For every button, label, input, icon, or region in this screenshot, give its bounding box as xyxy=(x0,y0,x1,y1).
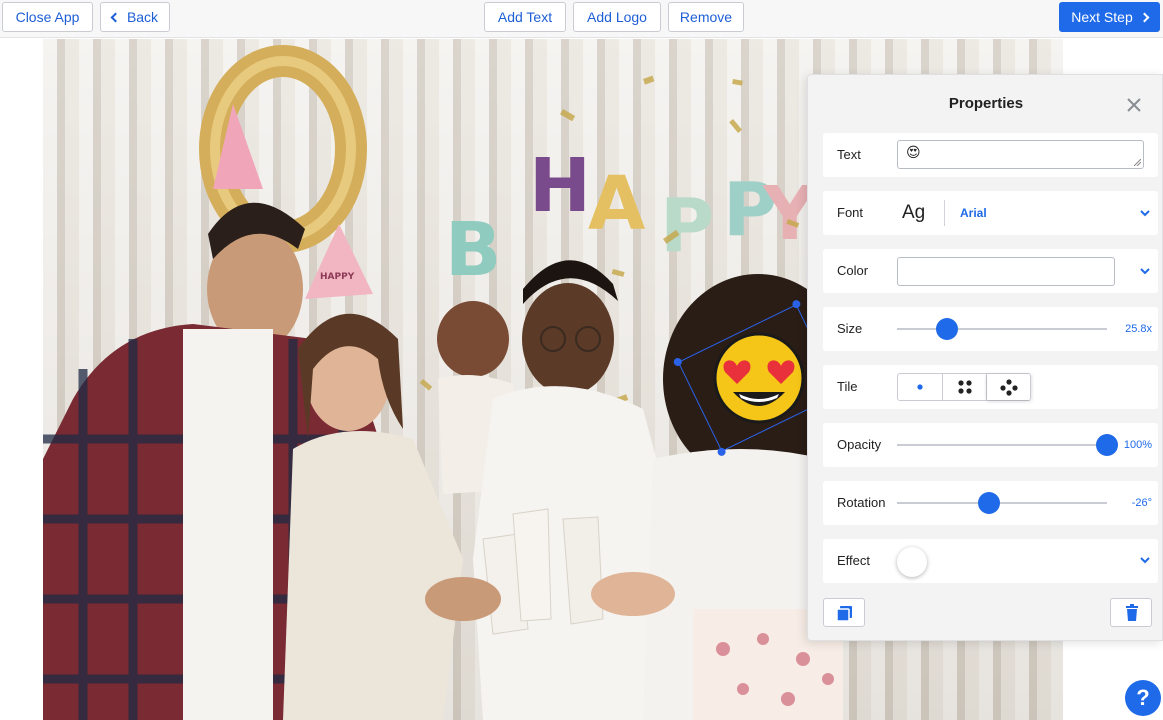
resize-grip-icon[interactable] xyxy=(1134,159,1141,166)
size-label: Size xyxy=(837,321,863,336)
duplicate-button[interactable] xyxy=(823,598,865,627)
close-app-button[interactable]: Close App xyxy=(2,2,93,32)
next-step-button[interactable]: Next Step xyxy=(1059,2,1160,32)
text-label: Text xyxy=(837,147,861,162)
remove-label: Remove xyxy=(679,9,733,25)
rotation-slider[interactable] xyxy=(897,492,1107,514)
hand-right xyxy=(591,572,675,616)
opacity-value: 100% xyxy=(1123,439,1152,451)
delete-button[interactable] xyxy=(1110,598,1152,627)
effect-label: Effect xyxy=(837,553,871,568)
size-row: Size 25.8x xyxy=(823,307,1158,351)
tile-row: Tile xyxy=(823,365,1158,409)
heart-eyes-emoji-icon xyxy=(713,332,805,424)
next-step-label: Next Step xyxy=(1071,9,1133,25)
size-slider[interactable] xyxy=(897,318,1107,340)
rotation-label: Rotation xyxy=(837,495,886,510)
close-icon[interactable] xyxy=(1124,95,1144,115)
trash-icon xyxy=(1126,604,1138,621)
baby-head xyxy=(437,301,509,377)
opacity-row: Opacity 100% xyxy=(823,423,1158,467)
balloon-letter-b: B xyxy=(445,207,501,293)
text-input-value: 😍 xyxy=(906,144,921,160)
color-row: Color xyxy=(823,249,1158,293)
balloon-letter-a: A xyxy=(588,161,645,247)
chevron-right-icon xyxy=(1139,12,1150,23)
font-row[interactable]: Font Ag Arial xyxy=(823,191,1158,235)
app-root: Close App Back Add Text Add Logo Remove … xyxy=(0,0,1163,720)
opacity-slider-knob[interactable] xyxy=(1096,434,1118,456)
four-dots-icon xyxy=(957,380,972,394)
duplicate-icon xyxy=(836,606,852,622)
close-app-label: Close App xyxy=(15,9,80,25)
chevron-down-icon[interactable] xyxy=(1140,266,1150,276)
color-input[interactable] xyxy=(897,257,1115,286)
tile-scatter-button[interactable] xyxy=(987,374,1031,400)
chevron-down-icon[interactable] xyxy=(1140,555,1150,565)
back-label: Back xyxy=(126,9,159,25)
chevron-down-icon[interactable] xyxy=(1140,208,1150,218)
remove-button[interactable]: Remove xyxy=(668,2,744,32)
panel-title: Properties xyxy=(948,95,1024,112)
help-button[interactable]: ? xyxy=(1125,680,1161,716)
opacity-label: Opacity xyxy=(837,437,882,452)
back-button[interactable]: Back xyxy=(100,2,170,32)
text-row: Text 😍 xyxy=(823,133,1158,177)
color-label: Color xyxy=(837,263,869,278)
balloon-letter-h: H xyxy=(529,143,591,229)
effect-row[interactable]: Effect xyxy=(823,539,1158,583)
tile-options xyxy=(897,373,1031,401)
opacity-slider[interactable] xyxy=(897,434,1118,456)
top-toolbar: Close App Back Add Text Add Logo Remove … xyxy=(0,0,1163,38)
rotation-value: -26° xyxy=(1131,497,1152,509)
person-woman-coat xyxy=(283,431,463,720)
effect-toggle[interactable] xyxy=(897,547,927,577)
text-input[interactable]: 😍 xyxy=(897,140,1144,169)
person-left-tshirt xyxy=(183,329,273,720)
rotation-slider-knob[interactable] xyxy=(978,492,1001,514)
add-text-label: Add Text xyxy=(497,9,553,25)
hand-left xyxy=(425,577,501,621)
size-value: 25.8x xyxy=(1125,323,1152,335)
chevron-left-icon xyxy=(110,12,121,23)
single-dot-icon xyxy=(917,384,923,390)
rotation-row: Rotation -26° xyxy=(823,481,1158,525)
add-logo-button[interactable]: Add Logo xyxy=(573,2,661,32)
font-divider xyxy=(944,200,945,226)
font-label: Font xyxy=(837,205,864,220)
properties-panel: Properties Text 😍 Font Ag Arial Color Si… xyxy=(807,74,1163,641)
font-select-value[interactable]: Arial xyxy=(960,191,987,235)
tile-grid-button[interactable] xyxy=(943,374,988,400)
tile-label: Tile xyxy=(837,379,858,394)
size-slider-knob[interactable] xyxy=(936,318,959,340)
party-hat-text: HAPPY xyxy=(320,272,355,282)
font-sample: Ag xyxy=(902,202,926,223)
scatter-dots-icon xyxy=(1000,379,1018,396)
add-logo-label: Add Logo xyxy=(587,9,647,25)
tile-single-button[interactable] xyxy=(898,374,943,400)
balloon-letter-p1: P xyxy=(660,183,714,269)
add-text-button[interactable]: Add Text xyxy=(484,2,566,32)
